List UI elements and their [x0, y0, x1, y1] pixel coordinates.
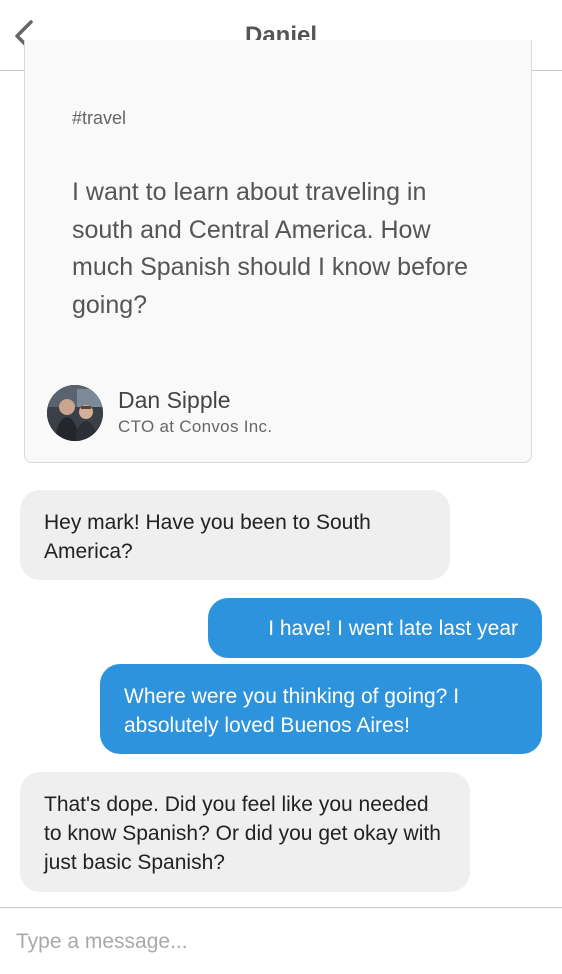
author-photo — [47, 385, 103, 441]
author-avatar[interactable] — [47, 385, 103, 441]
topic-tag[interactable]: #travel — [72, 108, 126, 129]
chat-screen: Daniel #travel I want to learn about tra… — [0, 0, 562, 974]
author-title: CTO at Convos Inc. — [118, 417, 273, 436]
author-name[interactable]: Dan Sipple — [118, 387, 231, 414]
conversation-prompt-card: #travel I want to learn about traveling … — [24, 40, 532, 463]
message-outgoing[interactable]: Where were you thinking of going? I abso… — [100, 664, 542, 754]
message-outgoing[interactable]: I have! I went late last year — [208, 598, 542, 658]
message-composer — [0, 907, 562, 974]
message-incoming[interactable]: That's dope. Did you feel like you neede… — [20, 772, 470, 892]
message-incoming[interactable]: Hey mark! Have you been to South America… — [20, 490, 450, 580]
message-input[interactable] — [16, 922, 546, 962]
prompt-question: I want to learn about traveling in south… — [72, 178, 469, 319]
